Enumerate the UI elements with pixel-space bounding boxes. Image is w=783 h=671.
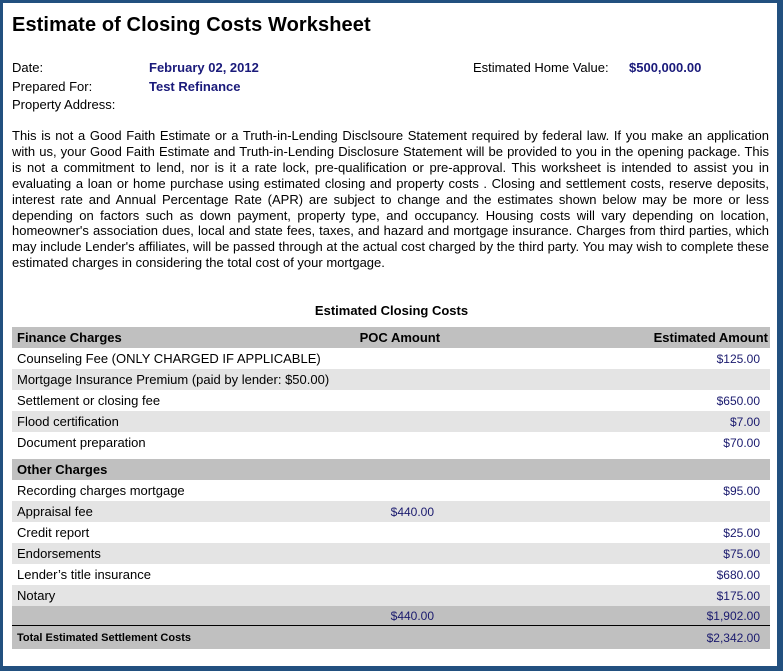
estimated-amount: $7.00	[620, 411, 770, 432]
estimated-amount: $95.00	[620, 480, 770, 501]
estimated-amount: $25.00	[620, 522, 770, 543]
poc-amount: $440.00	[334, 501, 621, 522]
estimated-amount: $70.00	[620, 432, 770, 453]
table-row: Appraisal fee $440.00	[12, 501, 770, 522]
table-row: Recording charges mortgage $95.00	[12, 480, 770, 501]
charge-name: Appraisal fee	[12, 501, 335, 522]
poc-amount	[334, 369, 621, 390]
table-title: Estimated Closing Costs	[314, 303, 469, 318]
charge-name: Credit report	[12, 522, 335, 543]
home-value-label: Estimated Home Value:	[473, 60, 609, 75]
estimated-amount: $125.00	[620, 348, 770, 369]
table-row: Credit report $25.00	[12, 522, 770, 543]
poc-amount	[334, 348, 621, 369]
charge-name: Mortgage Insurance Premium (paid by lend…	[12, 369, 335, 390]
total-row: Total Estimated Settlement Costs $2,342.…	[12, 625, 770, 649]
estimated-amount	[620, 369, 770, 390]
other-charges-header-row: Other Charges	[12, 459, 770, 480]
table-row: Document preparation $70.00	[12, 432, 770, 453]
charge-name: Endorsements	[12, 543, 335, 564]
charge-name: Notary	[12, 585, 335, 606]
poc-amount	[334, 480, 621, 501]
table-row: Counseling Fee (ONLY CHARGED IF APPLICAB…	[12, 348, 770, 369]
subtotal-estimated: $1,902.00	[620, 606, 770, 626]
poc-amount	[334, 585, 621, 606]
estimated-amount: $650.00	[620, 390, 770, 411]
table-row: Flood certification $7.00	[12, 411, 770, 432]
charge-name: Recording charges mortgage	[12, 480, 335, 501]
total-label: Total Estimated Settlement Costs	[12, 625, 335, 649]
poc-amount	[334, 543, 621, 564]
poc-amount	[334, 522, 621, 543]
estimated-amount	[620, 501, 770, 522]
prepared-for-value: Test Refinance	[149, 79, 241, 94]
poc-amount	[334, 411, 621, 432]
poc-amount	[334, 432, 621, 453]
charge-name: Counseling Fee (ONLY CHARGED IF APPLICAB…	[12, 348, 335, 369]
charge-name: Document preparation	[12, 432, 335, 453]
estimated-amount: $680.00	[620, 564, 770, 585]
charge-name: Settlement or closing fee	[12, 390, 335, 411]
closing-costs-table: Finance Charges POC Amount Estimated Amo…	[12, 327, 770, 649]
charge-name: Lender’s title insurance	[12, 564, 335, 585]
table-header-row: Finance Charges POC Amount Estimated Amo…	[12, 327, 770, 348]
charge-name: Flood certification	[12, 411, 335, 432]
subtotal-poc: $440.00	[334, 606, 621, 626]
poc-amount	[334, 564, 621, 585]
prepared-for-label: Prepared For:	[12, 79, 93, 94]
finance-charges-header: Finance Charges	[12, 327, 335, 348]
home-value-value: $500,000.00	[629, 60, 702, 75]
property-address-label: Property Address:	[12, 97, 116, 112]
table-row: Mortgage Insurance Premium (paid by lend…	[12, 369, 770, 390]
poc-amount	[334, 390, 621, 411]
other-charges-header: Other Charges	[12, 459, 335, 480]
table-row: Endorsements $75.00	[12, 543, 770, 564]
total-estimated: $2,342.00	[620, 625, 770, 649]
subtotal-row: $440.00 $1,902.00	[12, 606, 770, 626]
table-row: Settlement or closing fee $650.00	[12, 390, 770, 411]
estimated-amount-header: Estimated Amount	[620, 327, 770, 348]
date-value: February 02, 2012	[149, 60, 259, 75]
table-row: Notary $175.00	[12, 585, 770, 606]
table-row: Lender’s title insurance $680.00	[12, 564, 770, 585]
page-title: Estimate of Closing Costs Worksheet	[12, 14, 371, 36]
disclaimer-paragraph: This is not a Good Faith Estimate or a T…	[12, 128, 769, 271]
poc-amount-header: POC Amount	[334, 327, 621, 348]
date-label: Date:	[12, 60, 44, 75]
estimated-amount: $175.00	[620, 585, 770, 606]
estimated-amount: $75.00	[620, 543, 770, 564]
